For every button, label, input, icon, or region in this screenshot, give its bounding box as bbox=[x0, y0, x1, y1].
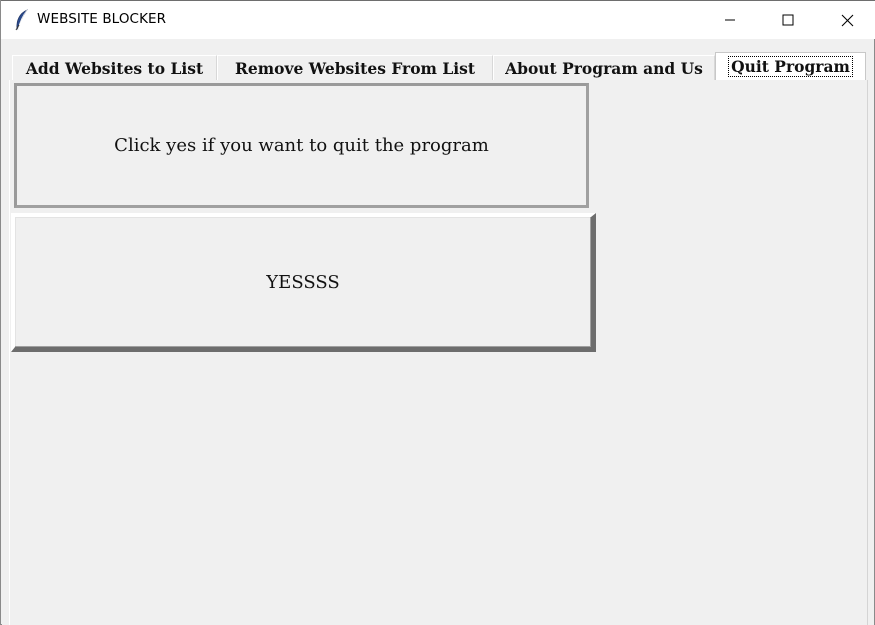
quit-message-label: Click yes if you want to quit the progra… bbox=[14, 83, 589, 208]
window-title: WEBSITE BLOCKER bbox=[37, 11, 167, 27]
title-bar[interactable]: WEBSITE BLOCKER bbox=[1, 0, 875, 39]
tab-label: About Program and Us bbox=[505, 59, 703, 78]
tab-label: Add Websites to List bbox=[25, 59, 204, 78]
minimize-icon bbox=[725, 19, 735, 21]
quit-page: Click yes if you want to quit the progra… bbox=[9, 80, 868, 625]
tab-about[interactable]: About Program and Us bbox=[493, 55, 715, 81]
quit-message-text: Click yes if you want to quit the progra… bbox=[114, 135, 489, 156]
tab-label: Quit Program bbox=[728, 56, 853, 77]
feather-icon bbox=[15, 9, 28, 31]
tab-label: Remove Websites From List bbox=[234, 59, 476, 78]
tab-add-websites[interactable]: Add Websites to List bbox=[12, 55, 217, 81]
maximize-icon bbox=[782, 14, 794, 26]
close-button[interactable] bbox=[824, 1, 870, 39]
tab-strip: Add Websites to List Remove Websites Fro… bbox=[12, 52, 866, 81]
tab-remove-websites[interactable]: Remove Websites From List bbox=[217, 55, 493, 81]
minimize-button[interactable] bbox=[707, 1, 753, 39]
yes-button[interactable]: YESSSS bbox=[11, 213, 596, 352]
tab-quit-program[interactable]: Quit Program bbox=[715, 52, 866, 80]
yes-button-label: YESSSS bbox=[266, 271, 340, 293]
app-window: WEBSITE BLOCKER Add Websites to List Rem… bbox=[0, 0, 875, 625]
notebook: Add Websites to List Remove Websites Fro… bbox=[2, 39, 874, 625]
maximize-button[interactable] bbox=[765, 1, 811, 39]
close-icon bbox=[841, 14, 853, 26]
